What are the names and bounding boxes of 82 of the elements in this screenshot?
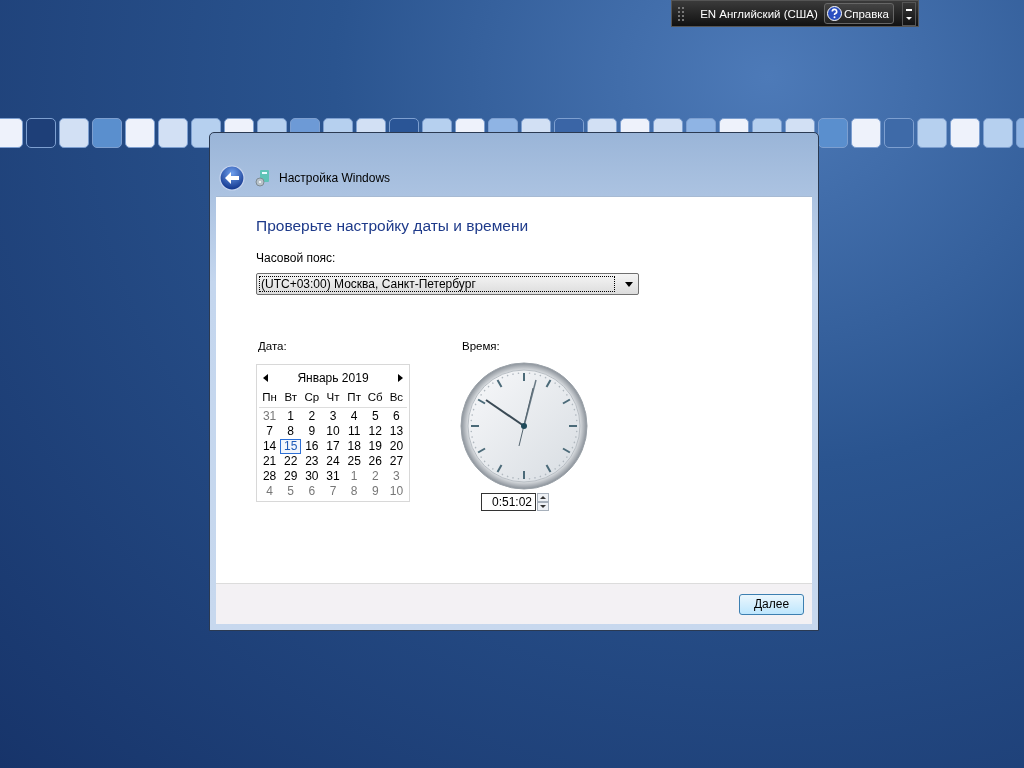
calendar-day[interactable]: 1 xyxy=(280,409,302,424)
calendar-day[interactable]: 31 xyxy=(259,409,281,424)
calendar-day[interactable]: 25 xyxy=(343,454,365,469)
weekday-header: Пн xyxy=(261,391,278,405)
spinner-arrows-icon xyxy=(537,493,549,511)
background-tile xyxy=(917,118,947,148)
calendar-day[interactable]: 5 xyxy=(364,409,386,424)
calendar-day[interactable]: 3 xyxy=(385,469,407,484)
calendar-day[interactable]: 5 xyxy=(280,484,302,499)
calendar-day[interactable]: 3 xyxy=(322,409,344,424)
calendar-day[interactable]: 27 xyxy=(385,454,407,469)
window-title: Настройка Windows xyxy=(279,170,391,185)
calendar-day[interactable]: 26 xyxy=(364,454,386,469)
calendar-day[interactable]: 13 xyxy=(385,424,407,439)
previous-month-icon[interactable] xyxy=(263,374,268,382)
page-heading: Проверьте настройку даты и времени xyxy=(256,217,530,235)
timezone-dropdown[interactable]: (UTC+03:00) Москва, Санкт-Петербург xyxy=(256,273,639,295)
background-tile xyxy=(950,118,980,148)
calendar-day[interactable]: 4 xyxy=(343,409,365,424)
calendar-day[interactable]: 7 xyxy=(322,484,344,499)
dropdown-arrow-icon xyxy=(625,281,633,287)
calendar-day[interactable]: 8 xyxy=(280,424,302,439)
background-tile xyxy=(818,118,848,148)
background-tile xyxy=(0,118,23,148)
time-field[interactable]: 0:51:02 xyxy=(481,493,536,511)
calendar-day[interactable]: 11 xyxy=(343,424,365,439)
back-button[interactable] xyxy=(219,164,245,191)
help-icon xyxy=(826,6,842,21)
calendar-day[interactable]: 7 xyxy=(259,424,281,439)
calendar-day[interactable]: 10 xyxy=(322,424,344,439)
calendar-day[interactable]: 6 xyxy=(301,484,323,499)
date-label: Дата: xyxy=(258,340,288,352)
background-tile xyxy=(26,118,56,148)
calendar-day[interactable]: 24 xyxy=(322,454,344,469)
weekday-header: Ср xyxy=(303,391,321,405)
minimize-button[interactable] xyxy=(902,1,916,26)
time-spinner[interactable] xyxy=(537,493,549,511)
next-button[interactable]: Далее xyxy=(739,593,804,615)
weekday-header: Вт xyxy=(283,391,298,405)
weekday-header: Вс xyxy=(388,391,405,405)
next-month-icon[interactable] xyxy=(398,374,403,382)
calendar-day[interactable]: 4 xyxy=(259,484,281,499)
background-tile xyxy=(884,118,914,148)
timezone-label: Часовой пояс: xyxy=(256,251,337,265)
setup-icon xyxy=(255,168,271,187)
calendar-day[interactable]: 2 xyxy=(301,409,323,424)
weekday-header: Чт xyxy=(325,391,341,405)
calendar-day[interactable]: 10 xyxy=(385,484,407,499)
calendar-day[interactable]: 23 xyxy=(301,454,323,469)
calendar-day[interactable]: 28 xyxy=(259,469,281,484)
calendar-day[interactable]: 21 xyxy=(259,454,281,469)
month-title[interactable]: Январь 2019 xyxy=(297,371,369,385)
weekday-header: Сб xyxy=(366,391,384,405)
background-tile xyxy=(851,118,881,148)
calendar-day[interactable]: 12 xyxy=(364,424,386,439)
calendar-day[interactable]: 9 xyxy=(364,484,386,499)
calendar-day[interactable]: 6 xyxy=(385,409,407,424)
background-tile xyxy=(158,118,188,148)
calendar-day[interactable]: 30 xyxy=(301,469,323,484)
calendar-day[interactable]: 9 xyxy=(301,424,323,439)
grip-icon xyxy=(678,6,687,21)
calendar-day[interactable]: 22 xyxy=(280,454,302,469)
background-tile xyxy=(125,118,155,148)
calendar-day[interactable]: 20 xyxy=(385,439,407,454)
language-indicator[interactable]: EN Английский (США) xyxy=(700,7,818,20)
calendar-day[interactable]: 2 xyxy=(364,469,386,484)
background-tile xyxy=(92,118,122,148)
calendar-day[interactable]: 17 xyxy=(322,439,344,454)
calendar-day[interactable]: 31 xyxy=(322,469,344,484)
calendar-day[interactable]: 14 xyxy=(259,439,281,454)
calendar-day[interactable]: 1 xyxy=(343,469,365,484)
calendar-day[interactable]: 16 xyxy=(301,439,323,454)
calendar-day[interactable]: 19 xyxy=(364,439,386,454)
background-tile xyxy=(59,118,89,148)
calendar-day[interactable]: 18 xyxy=(343,439,365,454)
help-button[interactable]: Справка xyxy=(823,3,894,24)
calendar-day[interactable]: 15 xyxy=(280,439,302,454)
weekday-header: Пт xyxy=(346,391,362,405)
calendar-day[interactable]: 8 xyxy=(343,484,365,499)
background-tile xyxy=(983,118,1013,148)
calendar-day[interactable]: 29 xyxy=(280,469,302,484)
time-label: Время: xyxy=(462,340,500,352)
